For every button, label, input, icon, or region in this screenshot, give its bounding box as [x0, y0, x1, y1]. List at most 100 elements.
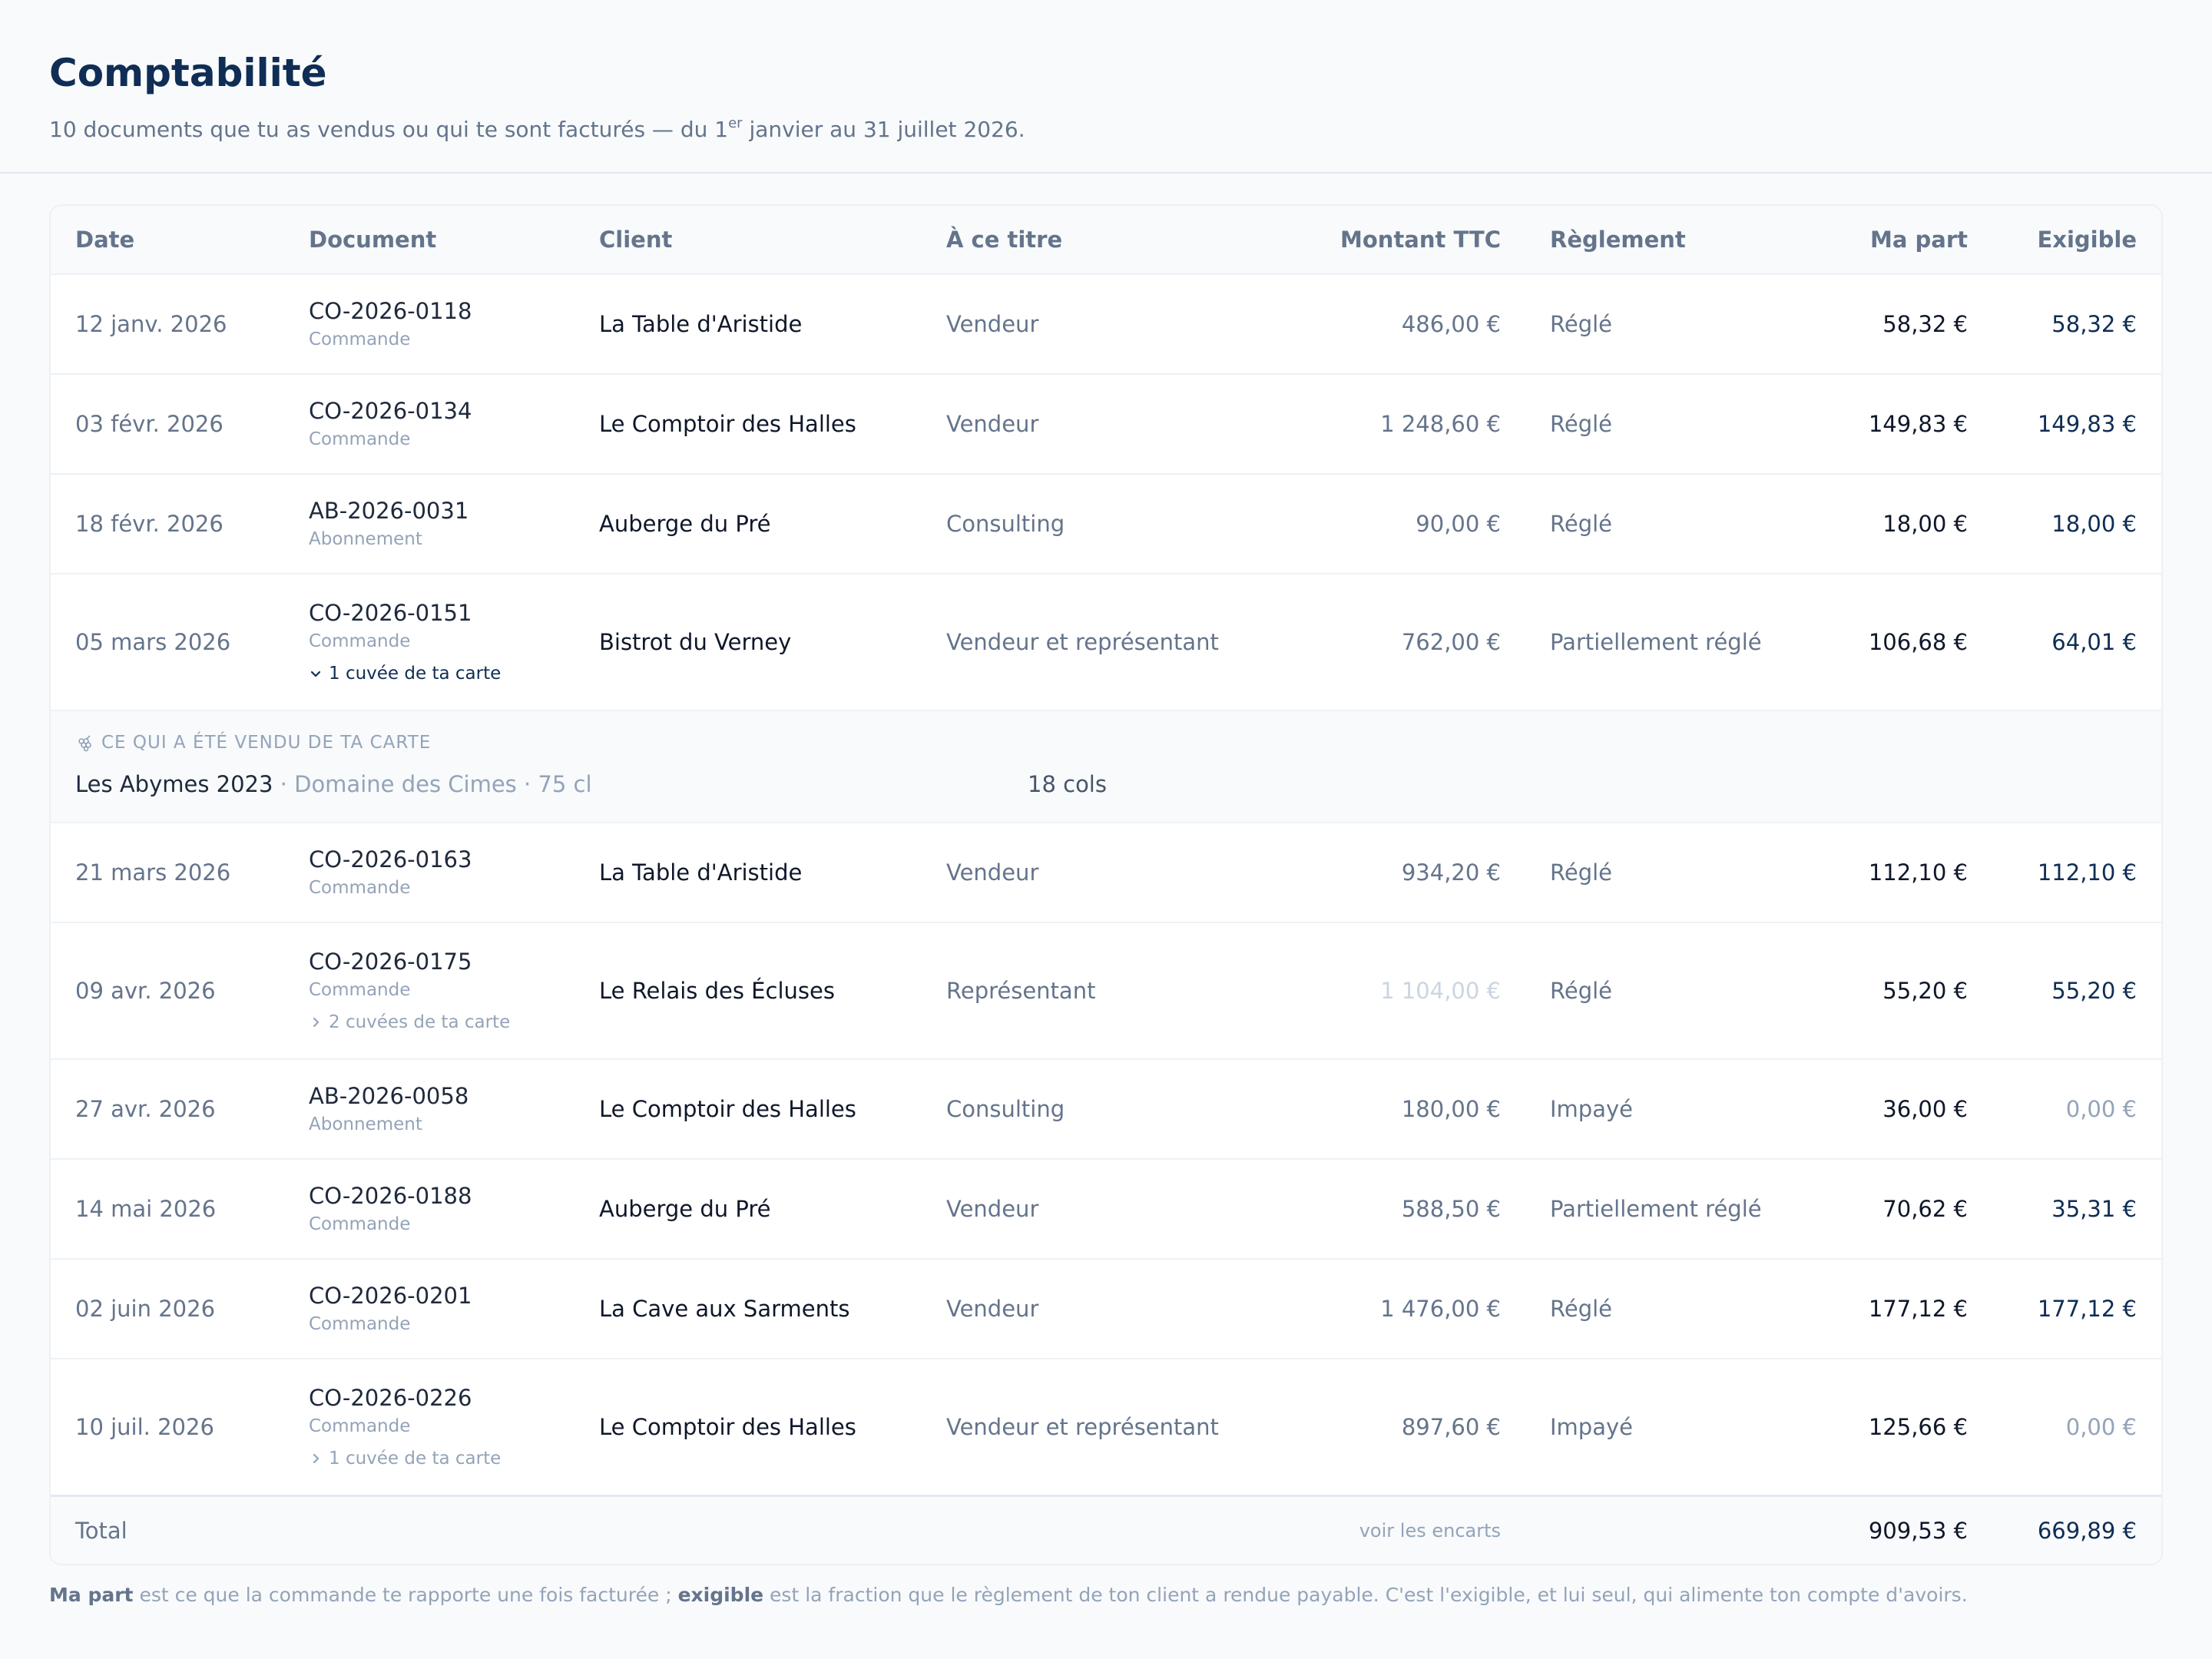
document-id[interactable]: CO-2026-0134	[309, 396, 472, 426]
see-inserts-link[interactable]: voir les encarts	[1359, 1520, 1501, 1541]
subtitle-text: 10 documents que tu as vendus ou qui te …	[49, 117, 729, 142]
row-montant: 588,50 €	[1401, 1196, 1501, 1222]
column-header-date[interactable]: Date	[75, 227, 134, 253]
row-reglement: Impayé	[1550, 1096, 1633, 1122]
row-reglement: Réglé	[1550, 859, 1612, 886]
total-part: 909,53 €	[1868, 1517, 1968, 1544]
column-header-montant[interactable]: Montant TTC	[1340, 227, 1501, 253]
document-id[interactable]: AB-2026-0031	[309, 496, 469, 525]
row-exigible: 149,83 €	[2037, 411, 2137, 437]
row-exigible: 0,00 €	[2065, 1096, 2137, 1122]
document-id[interactable]: CO-2026-0151	[309, 598, 501, 628]
column-header-reglement[interactable]: Règlement	[1550, 227, 1686, 253]
document-id[interactable]: CO-2026-0175	[309, 947, 510, 976]
row-part: 70,62 €	[1883, 1196, 1968, 1222]
row-document[interactable]: CO-2026-0226 Commande 1 cuvée de ta cart…	[309, 1383, 501, 1471]
row-montant: 897,60 €	[1401, 1414, 1501, 1440]
row-part: 36,00 €	[1883, 1096, 1968, 1122]
document-id[interactable]: CO-2026-0201	[309, 1281, 472, 1310]
cuvee-toggle[interactable]: 1 cuvée de ta carte	[309, 1446, 501, 1471]
cuvee-panel-label: CE QUI A ÉTÉ VENDU DE TA CARTE	[75, 733, 431, 753]
row-document[interactable]: CO-2026-0118 Commande	[309, 296, 472, 352]
row-titre: Vendeur	[946, 311, 1039, 337]
column-header-exigible[interactable]: Exigible	[2037, 227, 2137, 253]
row-document[interactable]: CO-2026-0134 Commande	[309, 396, 472, 452]
document-id[interactable]: CO-2026-0226	[309, 1383, 501, 1412]
row-exigible: 55,20 €	[2051, 978, 2137, 1004]
footnote-text: est ce que la commande te rapporte une f…	[133, 1584, 678, 1606]
row-part: 177,12 €	[1868, 1296, 1968, 1322]
cuvee-toggle-label: 1 cuvée de ta carte	[329, 664, 502, 684]
row-exigible: 58,32 €	[2051, 311, 2137, 337]
row-reglement: Réglé	[1550, 511, 1612, 537]
row-reglement: Partiellement réglé	[1550, 1196, 1762, 1222]
document-type: Commande	[309, 980, 411, 1000]
row-document[interactable]: CO-2026-0201 Commande	[309, 1281, 472, 1336]
table-row[interactable]: 02 juin 2026 CO-2026-0201 Commande La Ca…	[51, 1260, 2161, 1359]
column-header-titre[interactable]: À ce titre	[946, 227, 1062, 253]
row-part: 112,10 €	[1868, 859, 1968, 886]
row-date: 18 févr. 2026	[75, 511, 224, 537]
row-document[interactable]: CO-2026-0151 Commande 1 cuvée de ta cart…	[309, 598, 501, 686]
cuvee-toggle[interactable]: 1 cuvée de ta carte	[309, 661, 501, 686]
row-titre: Vendeur	[946, 859, 1039, 886]
cuvee-panel-title: CE QUI A ÉTÉ VENDU DE TA CARTE	[101, 733, 432, 753]
row-part: 58,32 €	[1883, 311, 1968, 337]
document-type: Commande	[309, 429, 411, 449]
page-header: Comptabilité 10 documents que tu as vend…	[0, 0, 2212, 174]
document-id[interactable]: CO-2026-0118	[309, 296, 472, 326]
row-reglement: Impayé	[1550, 1414, 1633, 1440]
row-montant: 1 248,60 €	[1380, 411, 1501, 437]
row-document[interactable]: CO-2026-0188 Commande	[309, 1181, 472, 1237]
row-montant: 934,20 €	[1401, 859, 1501, 886]
cuvee-toggle[interactable]: 2 cuvées de ta carte	[309, 1010, 510, 1035]
row-montant: 1 104,00 €	[1380, 978, 1501, 1004]
cuvee-detail-panel: CE QUI A ÉTÉ VENDU DE TA CARTE Les Abyme…	[51, 711, 2161, 823]
page-subtitle: 10 documents que tu as vendus ou qui te …	[49, 115, 2163, 144]
chevron-right-icon	[313, 1453, 320, 1464]
row-date: 12 janv. 2026	[75, 311, 227, 337]
column-header-document[interactable]: Document	[309, 227, 436, 253]
table-row[interactable]: 12 janv. 2026 CO-2026-0118 Commande La T…	[51, 275, 2161, 375]
row-montant: 180,00 €	[1401, 1096, 1501, 1122]
row-titre: Vendeur	[946, 1196, 1039, 1222]
table-row[interactable]: 09 avr. 2026 CO-2026-0175 Commande 2 cuv…	[51, 923, 2161, 1060]
document-id[interactable]: AB-2026-0058	[309, 1081, 469, 1111]
wine-name: Les Abymes 2023	[75, 771, 273, 797]
row-document[interactable]: AB-2026-0031 Abonnement	[309, 496, 469, 551]
row-document[interactable]: CO-2026-0175 Commande 2 cuvées de ta car…	[309, 947, 510, 1035]
cuvee-toggle-label: 2 cuvées de ta carte	[329, 1012, 511, 1032]
row-reglement: Partiellement réglé	[1550, 629, 1762, 655]
column-header-client[interactable]: Client	[599, 227, 672, 253]
table-row[interactable]: 18 févr. 2026 AB-2026-0031 Abonnement Au…	[51, 475, 2161, 575]
row-client: La Cave aux Sarments	[599, 1296, 850, 1322]
row-titre: Vendeur et représentant	[946, 629, 1219, 655]
document-type: Commande	[309, 631, 411, 651]
row-date: 14 mai 2026	[75, 1196, 217, 1222]
row-date: 10 juil. 2026	[75, 1414, 214, 1440]
table-row[interactable]: 14 mai 2026 CO-2026-0188 Commande Auberg…	[51, 1160, 2161, 1260]
table-row[interactable]: 10 juil. 2026 CO-2026-0226 Commande 1 cu…	[51, 1359, 2161, 1496]
table-row[interactable]: 05 mars 2026 CO-2026-0151 Commande 1 cuv…	[51, 575, 2161, 711]
table-row[interactable]: 03 févr. 2026 CO-2026-0134 Commande Le C…	[51, 375, 2161, 475]
row-reglement: Réglé	[1550, 311, 1612, 337]
document-type: Commande	[309, 878, 411, 898]
table-row[interactable]: 21 mars 2026 CO-2026-0163 Commande La Ta…	[51, 823, 2161, 923]
row-document[interactable]: CO-2026-0163 Commande	[309, 845, 472, 900]
row-exigible: 112,10 €	[2037, 859, 2137, 886]
row-exigible: 35,31 €	[2051, 1196, 2137, 1222]
row-client: Auberge du Pré	[599, 1196, 771, 1222]
row-document[interactable]: AB-2026-0058 Abonnement	[309, 1081, 469, 1137]
row-part: 55,20 €	[1883, 978, 1968, 1004]
footnote: Ma part est ce que la commande te rappor…	[49, 1584, 1968, 1606]
document-type: Commande	[309, 1314, 411, 1334]
column-header-part[interactable]: Ma part	[1870, 227, 1968, 253]
row-exigible: 0,00 €	[2065, 1414, 2137, 1440]
table-row[interactable]: 27 avr. 2026 AB-2026-0058 Abonnement Le …	[51, 1060, 2161, 1160]
row-part: 106,68 €	[1868, 629, 1968, 655]
document-id[interactable]: CO-2026-0163	[309, 845, 472, 874]
document-id[interactable]: CO-2026-0188	[309, 1181, 472, 1210]
footnote-term-part: Ma part	[49, 1584, 134, 1606]
row-client: Bistrot du Verney	[599, 629, 792, 655]
row-reglement: Réglé	[1550, 978, 1612, 1004]
